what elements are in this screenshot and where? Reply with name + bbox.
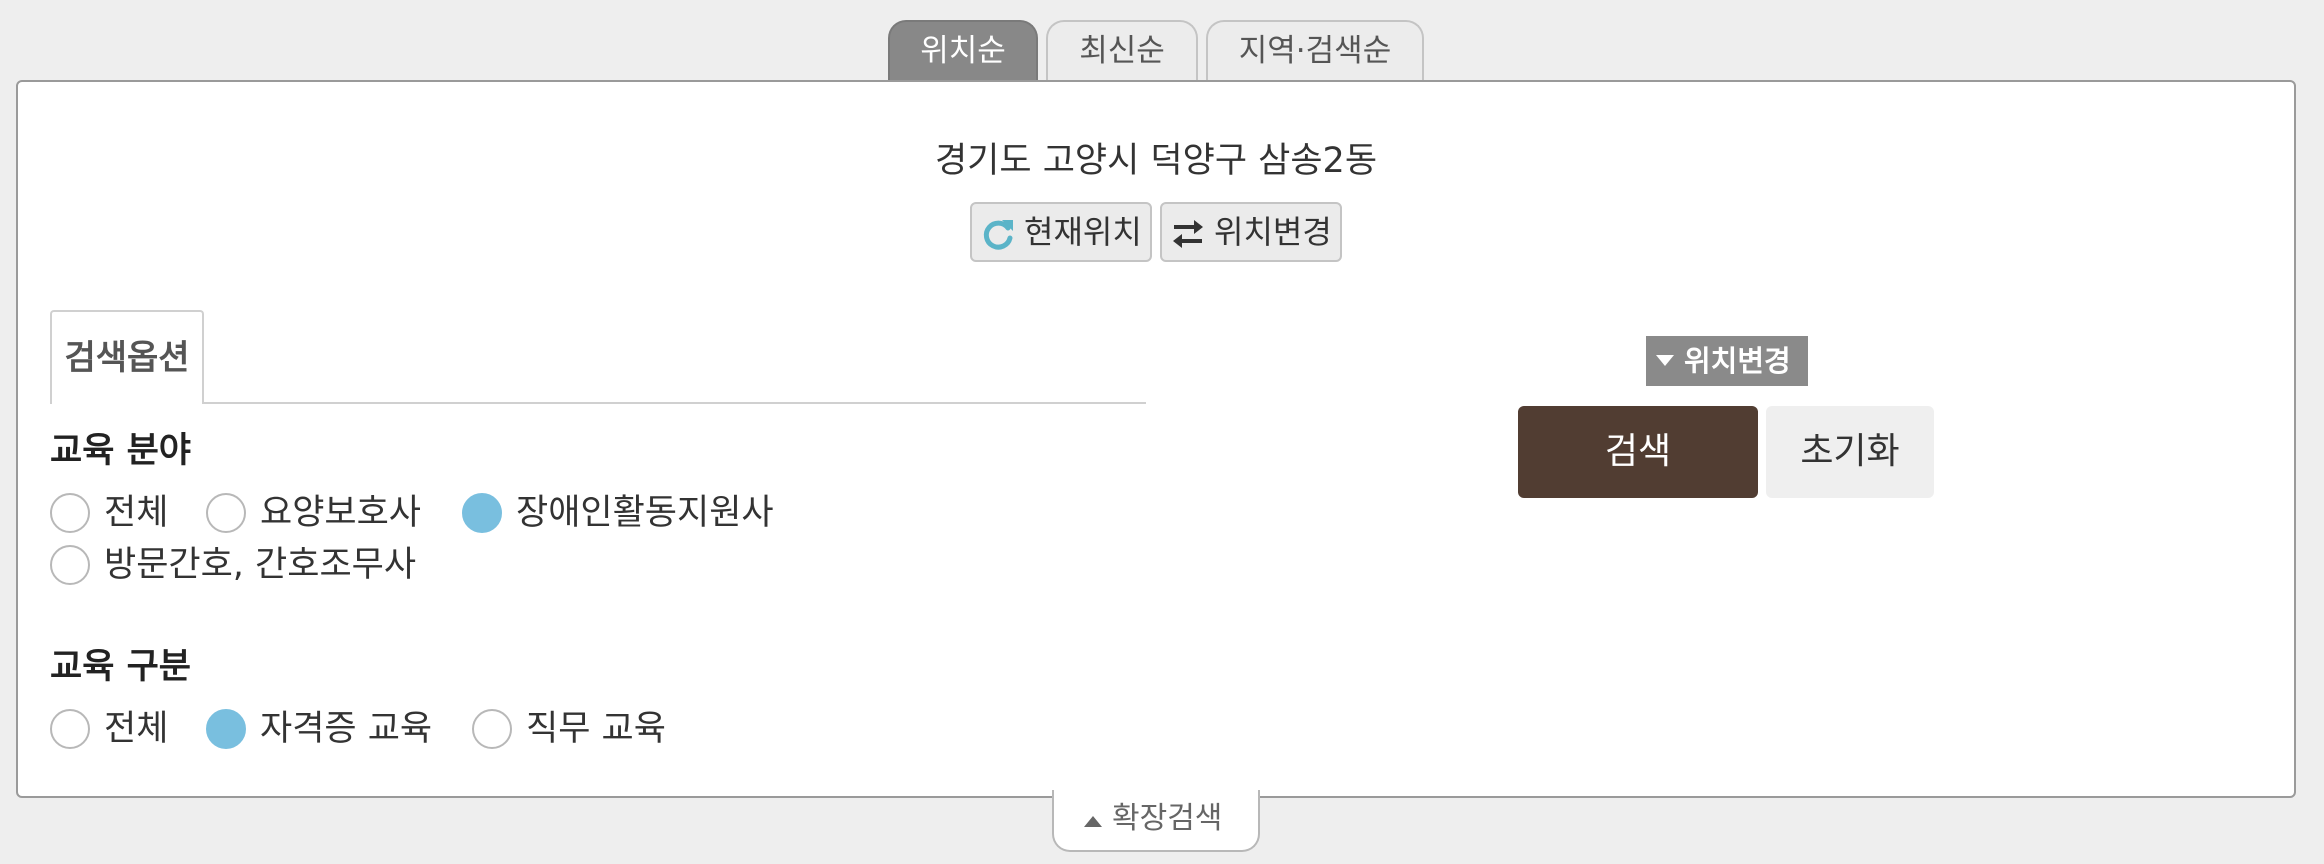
expand-search-label: 확장검색 (1112, 801, 1223, 836)
sort-tabs: 위치순 최신순 지역·검색순 (0, 20, 2324, 82)
radio-circle[interactable] (50, 545, 90, 585)
search-panel: 경기도 고양시 덕양구 삼송2동 현재위치 위치변경 검색옵션 교육 분야 전체… (16, 80, 2296, 798)
caret-up-icon (1084, 816, 1102, 827)
refresh-icon (983, 220, 1013, 250)
radio-label: 장애인활동지원사 (516, 493, 774, 533)
search-button[interactable]: 검색 (1518, 406, 1758, 498)
change-location-button[interactable]: 위치변경 (1160, 202, 1342, 262)
radio-circle[interactable] (206, 493, 246, 533)
tab-region-search-order[interactable]: 지역·검색순 (1206, 20, 1424, 82)
search-options-tab[interactable]: 검색옵션 (50, 310, 204, 404)
swap-arrows-icon (1173, 220, 1203, 248)
reset-button[interactable]: 초기화 (1766, 406, 1934, 498)
education-type-title: 교육 구분 (50, 647, 191, 687)
expand-search-tab[interactable]: 확장검색 (1052, 790, 1260, 852)
change-location-label: 위치변경 (1214, 213, 1332, 251)
tab-latest-order[interactable]: 최신순 (1046, 20, 1198, 82)
location-change-toggle[interactable]: 위치변경 (1646, 336, 1808, 386)
options-divider (204, 402, 1146, 404)
caret-down-icon (1656, 355, 1674, 366)
radio-circle[interactable] (50, 709, 90, 749)
location-change-toggle-label: 위치변경 (1684, 344, 1791, 378)
radio-circle[interactable] (462, 493, 502, 533)
current-location-button[interactable]: 현재위치 (970, 202, 1152, 262)
radio-label: 전체 (104, 493, 169, 533)
radio-circle[interactable] (206, 709, 246, 749)
current-location-label: 현재위치 (1024, 213, 1142, 251)
education-field-title: 교육 분야 (50, 431, 191, 471)
radio-label: 자격증 교육 (260, 709, 433, 749)
radio-label: 전체 (104, 709, 169, 749)
tab-location-order[interactable]: 위치순 (888, 20, 1038, 82)
radio-circle[interactable] (50, 493, 90, 533)
radio-circle[interactable] (472, 709, 512, 749)
radio-label: 방문간호, 간호조무사 (104, 545, 417, 585)
radio-label: 직무 교육 (526, 709, 666, 749)
current-address: 경기도 고양시 덕양구 삼송2동 (934, 141, 1378, 181)
radio-label: 요양보호사 (260, 493, 422, 533)
